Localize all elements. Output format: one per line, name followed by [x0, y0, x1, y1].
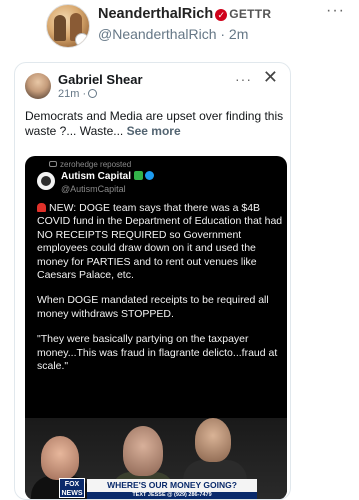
- avatar-figure: [54, 15, 66, 41]
- avatar: [37, 172, 55, 190]
- platform-badge: GETTR: [229, 7, 272, 21]
- chyron: WHERE'S OUR MONEY GOING?: [87, 479, 257, 492]
- news-logo: FOX NEWS: [59, 478, 85, 498]
- author-name-row[interactable]: NeanderthalRich ✓ GETTR: [98, 6, 271, 22]
- see-more-link[interactable]: See more: [127, 124, 181, 138]
- paragraph: NEW: DOGE team says that there was a $4B…: [37, 202, 283, 282]
- embedded-post-body: NEW: DOGE team says that there was a $4B…: [37, 202, 283, 385]
- video-frame: FOX NEWS WHERE'S OUR MONEY GOING? TEXT J…: [25, 418, 287, 499]
- avatar-badge-icon: [75, 33, 89, 47]
- quoted-post-time: 21m ·: [58, 88, 98, 100]
- more-options-icon[interactable]: ···: [326, 2, 345, 20]
- embedded-account-handle: @AutismCapital: [61, 184, 126, 194]
- verified-icon: ✓: [215, 9, 228, 21]
- time-text: 21m ·: [58, 88, 87, 100]
- ticker: TEXT JESSE @ (929) 286-7479: [87, 492, 257, 499]
- embedded-account-name-row: Autism Capital: [61, 171, 155, 182]
- avatar[interactable]: [46, 4, 90, 48]
- person-face: [41, 436, 79, 480]
- verified-icon: [145, 171, 155, 180]
- paragraph: "They were basically partying on the tax…: [37, 333, 278, 373]
- post-header: NeanderthalRich ✓ GETTR @NeanderthalRich ·…: [0, 0, 359, 56]
- avatar[interactable]: [25, 73, 51, 99]
- author-handle-time: @NeanderthalRich · 2m: [98, 26, 249, 42]
- author-name[interactable]: NeanderthalRich: [98, 6, 213, 22]
- repost-icon: [49, 161, 57, 167]
- quoted-post-card[interactable]: Gabriel Shear 21m · ··· ✕ Democrats and …: [14, 62, 291, 500]
- paragraph-text: NEW: DOGE team says that there was a $4B…: [37, 202, 283, 282]
- more-options-icon[interactable]: ···: [235, 71, 252, 87]
- siren-icon: [37, 203, 46, 212]
- reposted-label: zerohedge reposted: [49, 160, 131, 169]
- reposted-by: zerohedge reposted: [60, 160, 132, 169]
- embedded-screenshot[interactable]: zerohedge reposted Autism Capital @Autis…: [25, 156, 287, 499]
- puzzle-icon: [134, 171, 144, 180]
- embedded-account-name: Autism Capital: [61, 171, 132, 182]
- quoted-post-text: Democrats and Media are upset over findi…: [25, 109, 285, 139]
- close-icon[interactable]: ✕: [263, 67, 278, 88]
- quoted-author-name[interactable]: Gabriel Shear: [58, 72, 143, 87]
- person-face: [195, 418, 231, 462]
- globe-icon: [88, 89, 98, 98]
- paragraph: When DOGE mandated receipts to be requir…: [37, 294, 269, 320]
- person-face: [123, 426, 163, 476]
